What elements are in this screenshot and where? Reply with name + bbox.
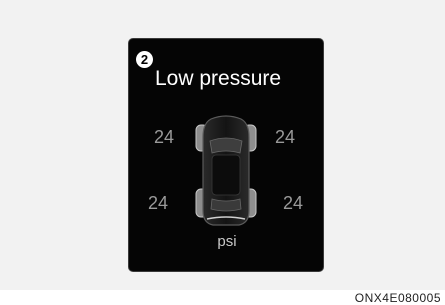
warning-title: Low pressure [155,67,282,90]
front-right-pressure: 24 [275,127,296,147]
rear-right-pressure: 24 [283,193,304,213]
roof-icon [211,154,241,196]
tpms-display: 2 Low pressure 24 24 24 24 psi [128,38,324,272]
callout-number: 2 [136,51,153,68]
rear-window-icon [210,198,242,212]
rear-left-pressure: 24 [148,193,169,213]
car-top-view-icon [195,115,257,226]
windshield-icon [209,137,243,154]
pressure-unit: psi [217,233,237,250]
front-left-pressure: 24 [154,127,175,147]
figure-background: 2 Low pressure 24 24 24 24 psi [0,0,445,290]
figure-code: ONX4E080005 [354,291,441,305]
